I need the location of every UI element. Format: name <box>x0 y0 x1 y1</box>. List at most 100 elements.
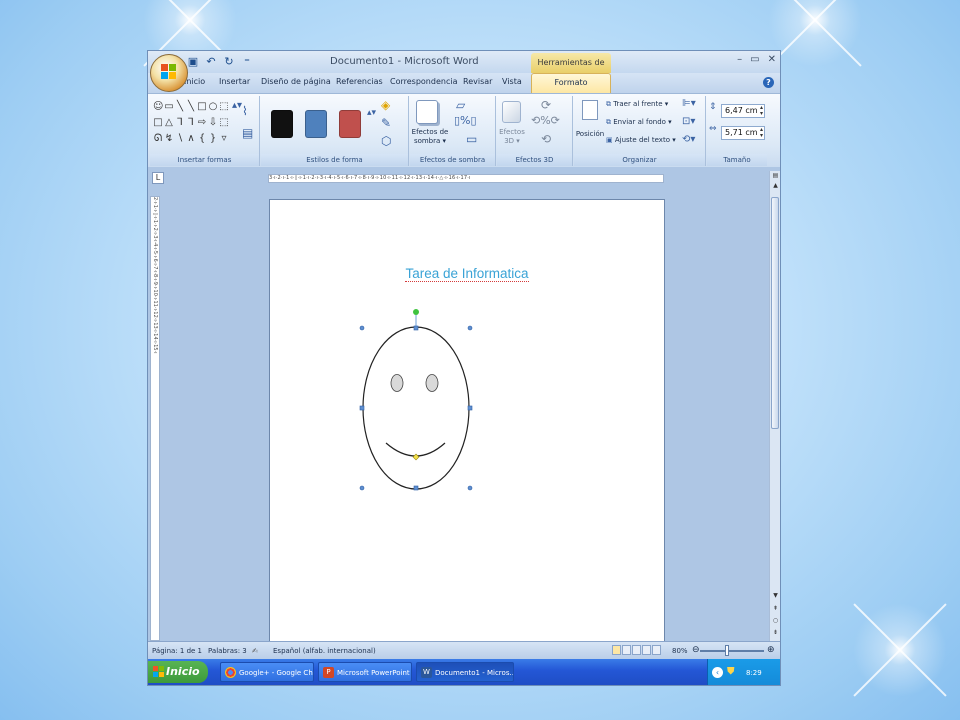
document-page[interactable]: Tarea de Informatica <box>269 199 665 649</box>
next-page-icon[interactable]: ⇟ <box>770 629 780 636</box>
position-button[interactable]: Posición <box>574 130 606 138</box>
style-swatch-black[interactable] <box>271 110 293 138</box>
shape-option[interactable]: □ <box>153 115 163 130</box>
bring-to-front-button[interactable]: ⧉ Traer al frente ▾ <box>606 100 668 109</box>
align-icon[interactable]: ⊫▾ <box>682 98 696 109</box>
shape-option[interactable]: □ <box>197 99 207 114</box>
vertical-scrollbar[interactable]: ▤ ▲ ▼ ⇞ ○ ⇟ <box>769 171 780 641</box>
proofing-icon[interactable]: ✍ <box>252 647 258 655</box>
3d-effects-icon[interactable] <box>502 101 521 123</box>
scroll-down-icon[interactable]: ▼ <box>770 591 780 601</box>
resize-handle[interactable] <box>359 325 365 331</box>
scroll-up-icon[interactable]: ▲ <box>770 181 780 191</box>
shape-option[interactable]: ⅂ <box>175 115 185 130</box>
taskbar-button-powerpoint[interactable]: P Microsoft PowerPoint ... <box>318 662 412 682</box>
print-layout-icon[interactable] <box>612 645 621 655</box>
shape-option[interactable]: ╲ <box>175 99 185 114</box>
page-count[interactable]: Página: 1 de 1 <box>152 647 202 655</box>
vertical-ruler[interactable]: 2·ı·1·ı·▯·ı·1·ı·2·ı·3·ı·4·ı·5·ı·6·ı·7·ı·… <box>150 196 160 641</box>
tab-formato[interactable]: Formato <box>531 73 611 93</box>
width-field[interactable]: 5,71 cm ▴ ▾ <box>721 126 765 140</box>
resize-handle[interactable] <box>359 485 365 491</box>
draft-view-icon[interactable] <box>652 645 661 655</box>
browse-object-icon[interactable]: ○ <box>770 617 780 624</box>
save-icon[interactable]: ▣ <box>186 55 200 69</box>
full-screen-reading-icon[interactable] <box>622 645 631 655</box>
tab-diseno-pagina[interactable]: Diseño de página <box>261 77 331 86</box>
tray-collapse-icon[interactable]: ‹ <box>712 667 723 678</box>
word-count[interactable]: Palabras: 3 <box>208 647 247 655</box>
customize-qat-icon[interactable]: ⁼ <box>240 55 254 69</box>
minimize-icon[interactable]: – <box>737 54 742 65</box>
horizontal-ruler[interactable]: 3·ı·2·ı·1·ı·▯·ı·1·ı·2·ı·3·ı·4·ı·5·ı·6·ı·… <box>268 174 664 183</box>
shape-option[interactable]: △ <box>164 115 174 130</box>
view-ruler-icon[interactable]: ▤ <box>770 171 780 180</box>
tilt-down-icon[interactable]: ⟲ <box>541 132 551 146</box>
shape-option[interactable]: { <box>197 131 207 146</box>
maximize-icon[interactable]: ▭ <box>750 54 759 65</box>
shape-option[interactable]: ⇩ <box>208 115 218 130</box>
rotation-handle[interactable] <box>413 309 419 315</box>
document-heading[interactable]: Tarea de Informatica <box>270 266 664 282</box>
tab-stop-selector[interactable]: L <box>152 172 164 184</box>
shape-option[interactable]: ᘏ <box>153 131 163 146</box>
resize-handles[interactable] <box>359 325 473 491</box>
redo-icon[interactable]: ↻ <box>222 55 236 69</box>
resize-handle[interactable] <box>359 405 365 411</box>
height-spinner-icon[interactable]: ▴ ▾ <box>760 105 763 117</box>
scroll-thumb[interactable] <box>771 197 779 429</box>
resize-handle[interactable] <box>467 485 473 491</box>
scroll-styles-icon[interactable]: ▴▾ <box>367 108 376 118</box>
shape-option[interactable]: ⇨ <box>197 115 207 130</box>
shape-option[interactable]: ⬚ <box>219 115 229 130</box>
previous-page-icon[interactable]: ⇞ <box>770 605 780 612</box>
shape-option[interactable]: ▿ <box>219 131 229 146</box>
shape-outline-icon[interactable]: ✎ <box>381 116 391 130</box>
rotate-icon[interactable]: ⟲▾ <box>682 134 695 145</box>
shape-option[interactable]: ╲ <box>186 99 196 114</box>
shadow-effects-icon[interactable] <box>416 100 438 124</box>
text-box-icon[interactable]: ▤ <box>242 126 253 140</box>
tab-vista[interactable]: Vista <box>502 77 522 86</box>
width-spinner-icon[interactable]: ▴ ▾ <box>760 127 763 139</box>
resize-handle[interactable] <box>413 325 419 331</box>
shadow-on-off-icon[interactable]: ▯%▯ <box>454 114 477 127</box>
shape-option[interactable]: ∧ <box>186 131 196 146</box>
outline-view-icon[interactable] <box>642 645 651 655</box>
shape-option[interactable]: ▭ <box>164 99 174 114</box>
language-status[interactable]: Español (alfab. internacional) <box>273 647 376 655</box>
3d-on-off-icon[interactable]: ⟲%⟳ <box>531 114 560 127</box>
resize-handle[interactable] <box>413 485 419 491</box>
shape-option[interactable]: } <box>208 131 218 146</box>
shapes-gallery[interactable]: ☺ ▭ ╲ ╲ □ ○ ⬚ □ △ ⅂ ⅂ ⇨ ⇩ ⬚ ᘏ ↯ ∖ ∧{} ▿ <box>153 99 229 146</box>
style-swatch-blue[interactable] <box>305 110 327 138</box>
zoom-level[interactable]: 80% <box>672 647 688 655</box>
shape-option[interactable]: ↯ <box>164 131 174 146</box>
edit-shape-icon[interactable]: ⌇ <box>242 104 248 118</box>
tab-correspondencia[interactable]: Correspondencia <box>390 77 457 86</box>
shape-fill-icon[interactable]: ◈ <box>381 98 390 112</box>
tab-referencias[interactable]: Referencias <box>336 77 383 86</box>
shape-option[interactable]: ⬚ <box>219 99 229 114</box>
zoom-slider[interactable] <box>700 650 764 652</box>
resize-handle[interactable] <box>467 325 473 331</box>
nudge-shadow-down-icon[interactable]: ▭ <box>466 132 477 146</box>
shape-option[interactable]: ○ <box>208 99 218 114</box>
zoom-out-icon[interactable]: ⊖ <box>692 645 700 655</box>
shadow-effects-button[interactable]: Efectos de sombra ▾ <box>410 128 450 146</box>
taskbar-button-word[interactable]: W Documento1 - Micros... <box>416 662 514 682</box>
shape-option[interactable]: ∖ <box>175 131 185 146</box>
shape-option[interactable]: ⅂ <box>186 115 196 130</box>
shape-option[interactable]: ☺ <box>153 99 163 114</box>
zoom-in-icon[interactable]: ⊕ <box>767 645 775 655</box>
resize-handle[interactable] <box>467 405 473 411</box>
tilt-up-icon[interactable]: ⟳ <box>541 98 551 112</box>
taskbar-button-chrome[interactable]: Google+ - Google Chr... <box>220 662 314 682</box>
clock[interactable]: 8:29 <box>746 669 762 677</box>
help-icon[interactable]: ? <box>763 77 774 88</box>
tab-insertar[interactable]: Insertar <box>219 77 250 86</box>
height-field[interactable]: 6,47 cm ▴ ▾ <box>721 104 765 118</box>
position-icon[interactable] <box>582 100 598 120</box>
adjust-handle[interactable] <box>412 453 420 461</box>
nudge-shadow-up-icon[interactable]: ▱ <box>456 98 465 112</box>
